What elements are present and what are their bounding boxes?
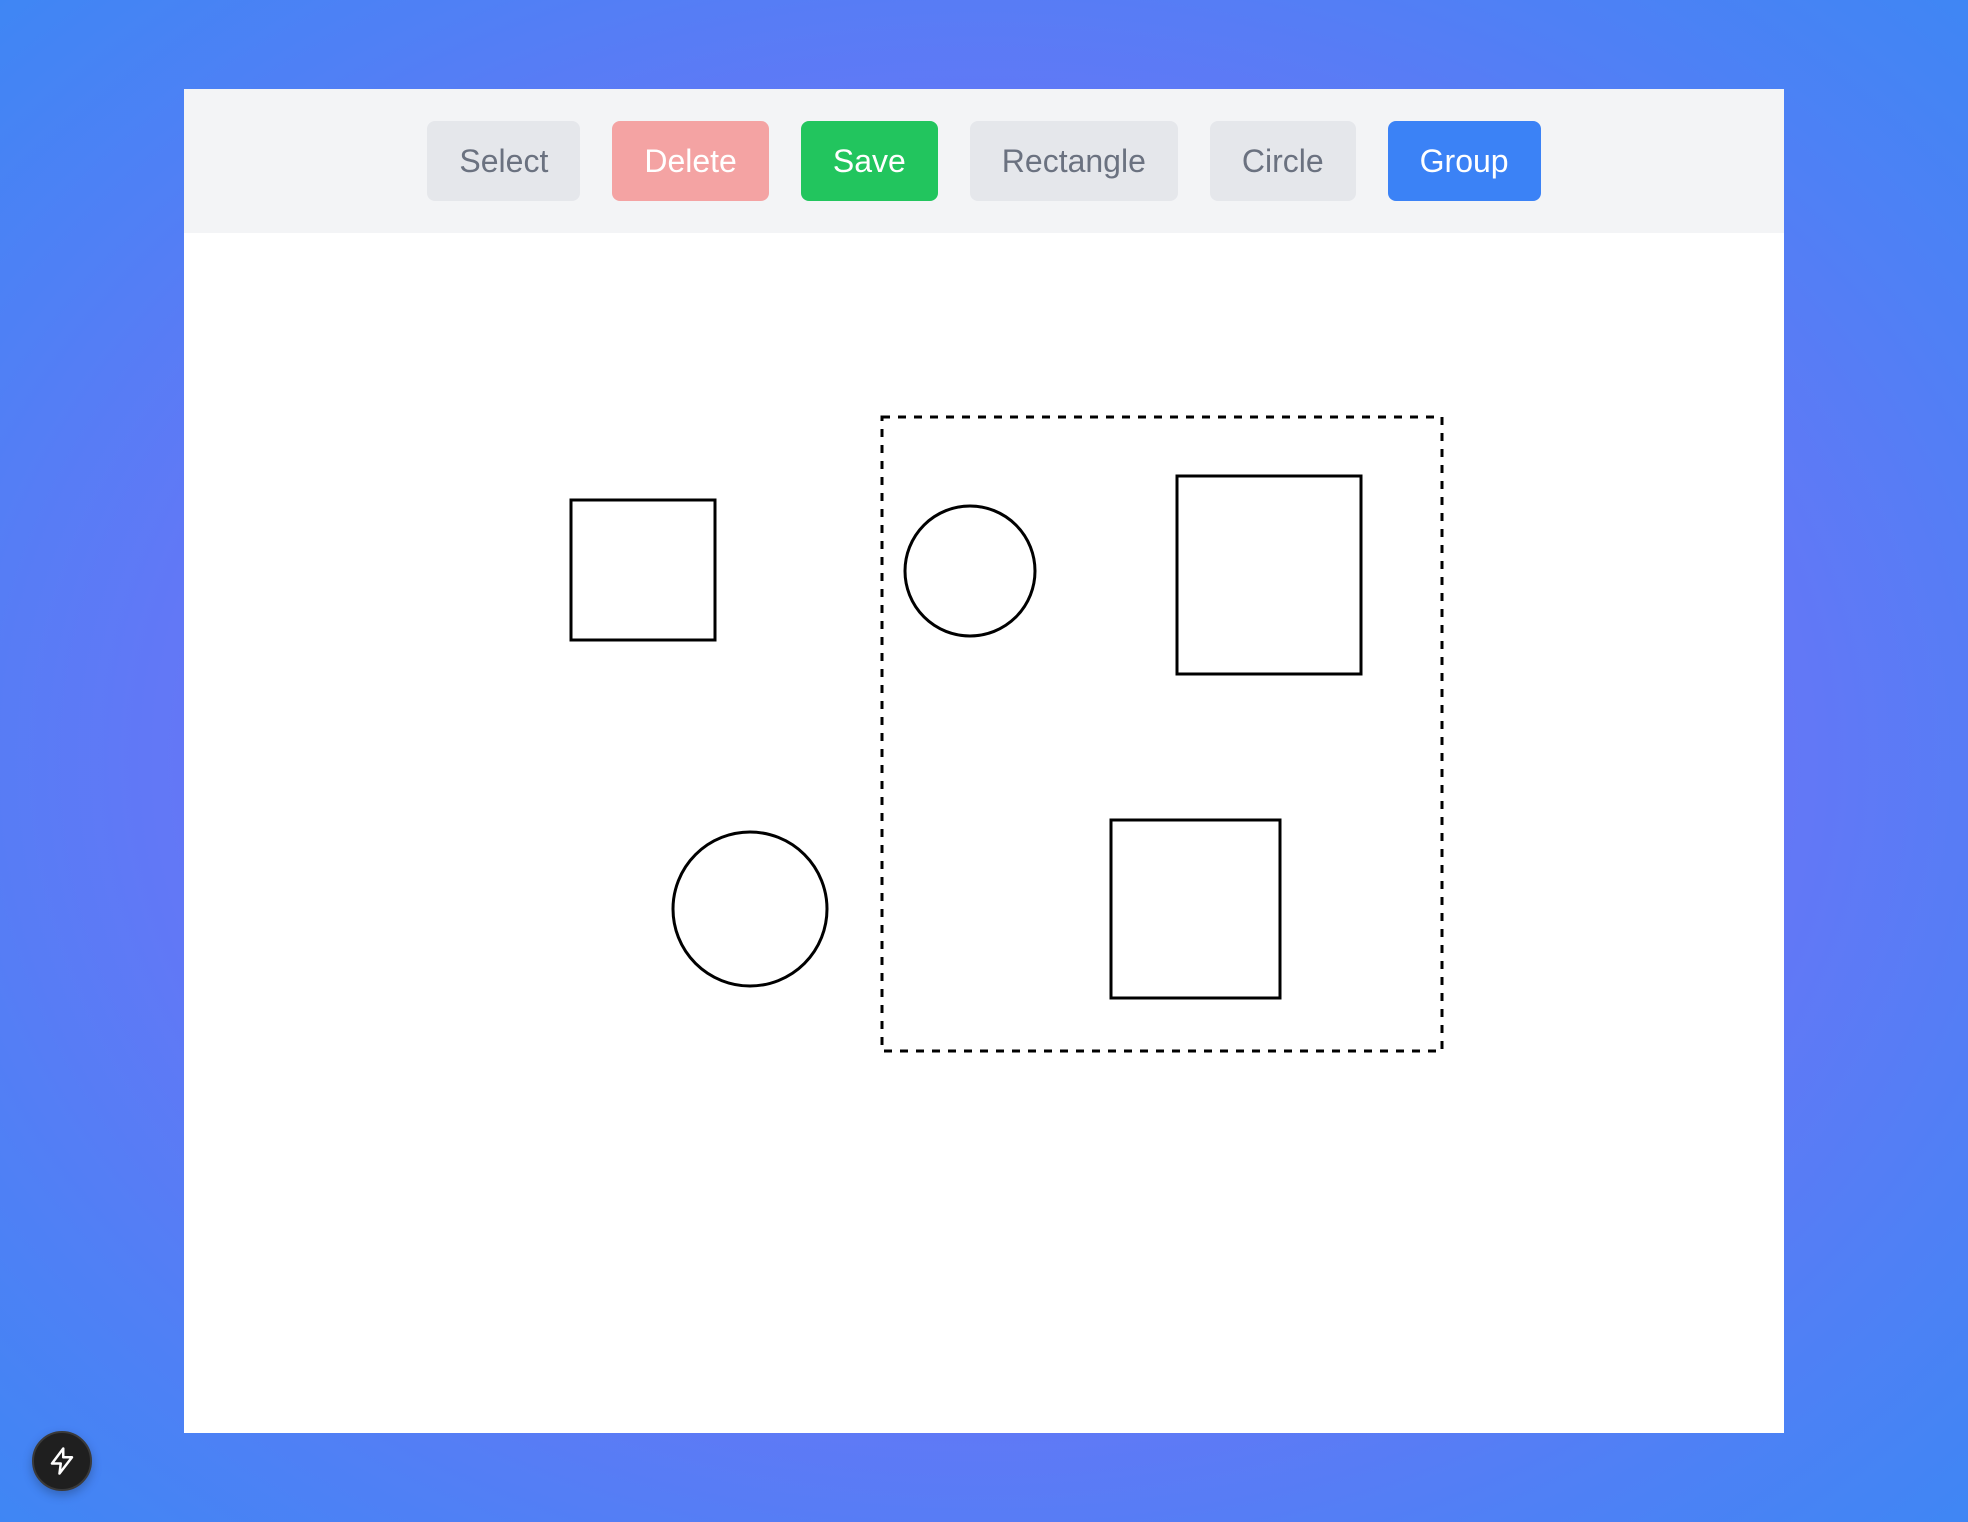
select-button[interactable]: Select [427, 121, 581, 201]
rectangle-shape[interactable] [1109, 818, 1282, 1000]
selection-group-box[interactable] [880, 415, 1444, 1053]
rectangle-shape[interactable] [1175, 474, 1363, 676]
lightning-bolt-icon [50, 1447, 74, 1475]
circle-tool-button[interactable]: Circle [1209, 121, 1356, 201]
lightning-bolt-button[interactable] [32, 1431, 92, 1491]
drawing-canvas[interactable] [184, 233, 1784, 1433]
save-button[interactable]: Save [800, 121, 938, 201]
group-button[interactable]: Group [1387, 121, 1541, 201]
canvas-svg[interactable] [184, 233, 1784, 1433]
rectangle-shape[interactable] [569, 498, 717, 642]
drawing-app: Select Delete Save Rectangle Circle Grou… [184, 89, 1784, 1433]
delete-button[interactable]: Delete [612, 121, 769, 201]
circle-shape[interactable] [671, 830, 829, 988]
rectangle-tool-button[interactable]: Rectangle [969, 121, 1178, 201]
circle-shape[interactable] [903, 504, 1037, 638]
toolbar: Select Delete Save Rectangle Circle Grou… [184, 89, 1784, 233]
